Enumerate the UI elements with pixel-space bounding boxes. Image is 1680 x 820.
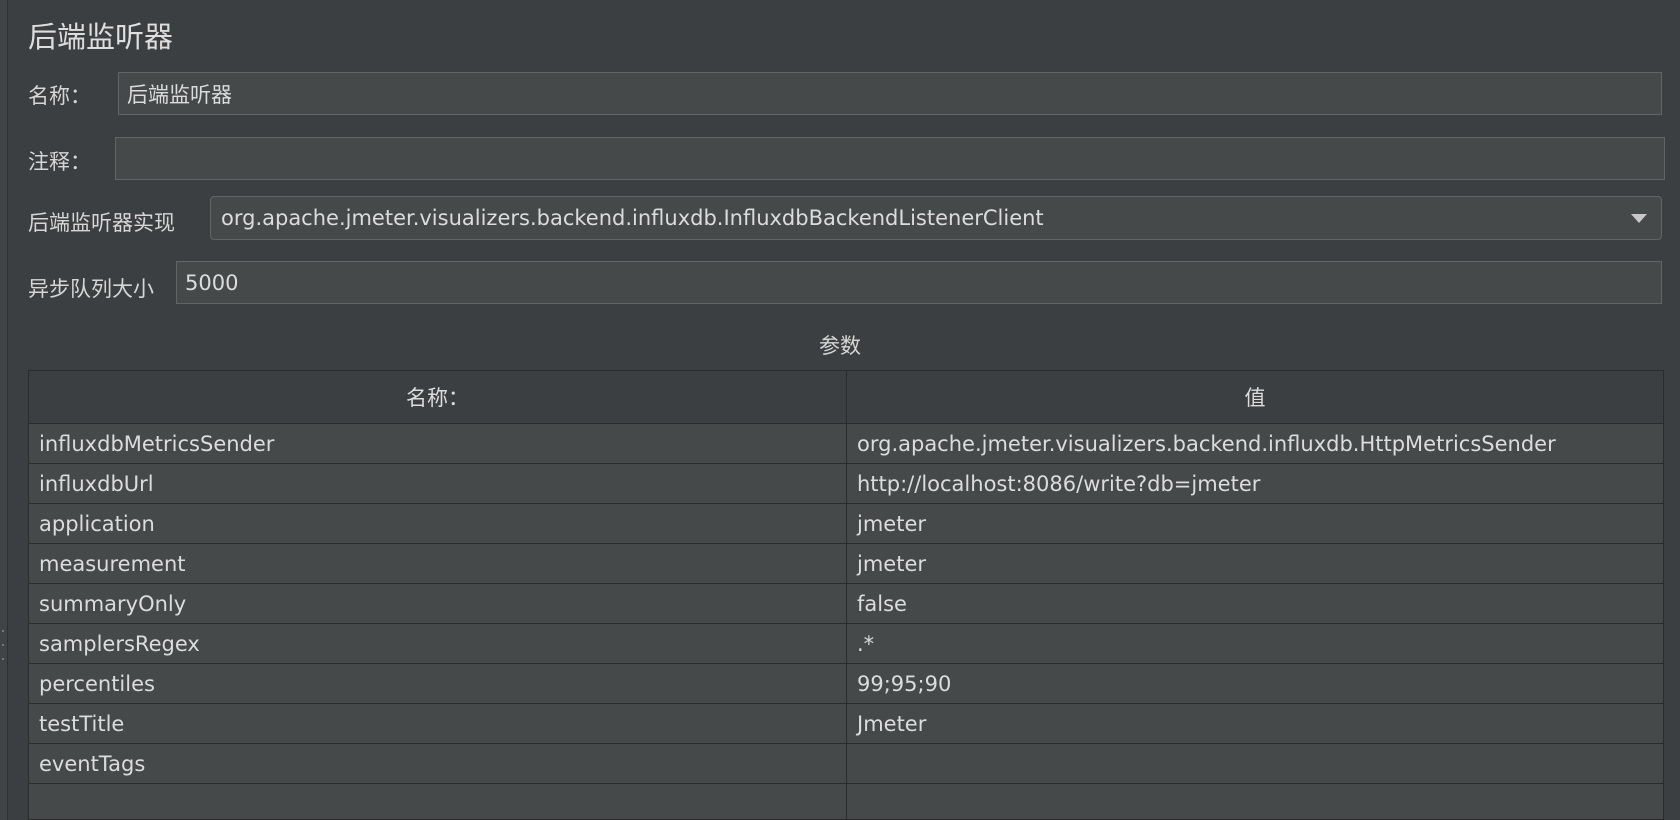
table-row[interactable] [29,784,1663,819]
table-row[interactable]: summaryOnly false [29,584,1663,624]
parameters-section-title: 参数 [819,334,861,358]
param-name-cell[interactable]: samplersRegex [29,624,847,663]
name-input[interactable] [118,72,1662,115]
param-value-cell[interactable]: .* [847,624,1663,663]
param-value-cell[interactable]: Jmeter [847,704,1663,743]
table-row[interactable]: influxdbMetricsSender org.apache.jmeter.… [29,424,1663,464]
param-name-cell[interactable]: influxdbUrl [29,464,847,503]
table-row[interactable]: percentiles 99;95;90 [29,664,1663,704]
param-value-cell[interactable] [847,744,1663,783]
table-row[interactable]: application jmeter [29,504,1663,544]
implementation-combo-value: org.apache.jmeter.visualizers.backend.in… [221,206,1044,230]
table-row[interactable]: influxdbUrl http://localhost:8086/write?… [29,464,1663,504]
param-value-cell[interactable]: org.apache.jmeter.visualizers.backend.in… [847,424,1663,463]
param-value-cell[interactable] [847,784,1663,819]
param-name-cell[interactable]: percentiles [29,664,847,703]
param-name-cell[interactable]: measurement [29,544,847,583]
table-row[interactable]: measurement jmeter [29,544,1663,584]
drag-handle-icon[interactable] [1,630,5,660]
implementation-label: 后端监听器实现 [28,211,175,235]
comment-label: 注释： [28,150,91,174]
column-header-value[interactable]: 值 [847,371,1663,423]
panel-title: 后端监听器 [28,20,174,54]
name-label: 名称： [28,84,91,108]
left-splitter[interactable] [0,0,8,820]
param-name-cell[interactable]: influxdbMetricsSender [29,424,847,463]
param-name-cell[interactable]: summaryOnly [29,584,847,623]
param-value-cell[interactable]: http://localhost:8086/write?db=jmeter [847,464,1663,503]
param-name-cell[interactable]: eventTags [29,744,847,783]
param-value-cell[interactable]: jmeter [847,544,1663,583]
table-row[interactable]: testTitle Jmeter [29,704,1663,744]
param-name-cell[interactable]: testTitle [29,704,847,743]
parameters-table: 名称： 值 influxdbMetricsSender org.apache.j… [28,370,1664,820]
implementation-combo[interactable]: org.apache.jmeter.visualizers.backend.in… [210,196,1662,240]
table-row[interactable]: samplersRegex .* [29,624,1663,664]
param-name-cell[interactable]: application [29,504,847,543]
param-value-cell[interactable]: false [847,584,1663,623]
triangle-down-icon[interactable] [1617,197,1661,239]
queue-size-label: 异步队列大小 [28,277,154,301]
table-row[interactable]: eventTags [29,744,1663,784]
column-header-name[interactable]: 名称： [29,371,847,423]
table-header: 名称： 值 [29,371,1663,424]
param-value-cell[interactable]: 99;95;90 [847,664,1663,703]
comment-input[interactable] [115,137,1665,180]
param-name-cell[interactable] [29,784,847,819]
backend-listener-panel: 后端监听器 名称： 注释： 后端监听器实现 org.apache.jmeter.… [0,0,1680,820]
queue-size-input[interactable] [176,261,1662,304]
param-value-cell[interactable]: jmeter [847,504,1663,543]
